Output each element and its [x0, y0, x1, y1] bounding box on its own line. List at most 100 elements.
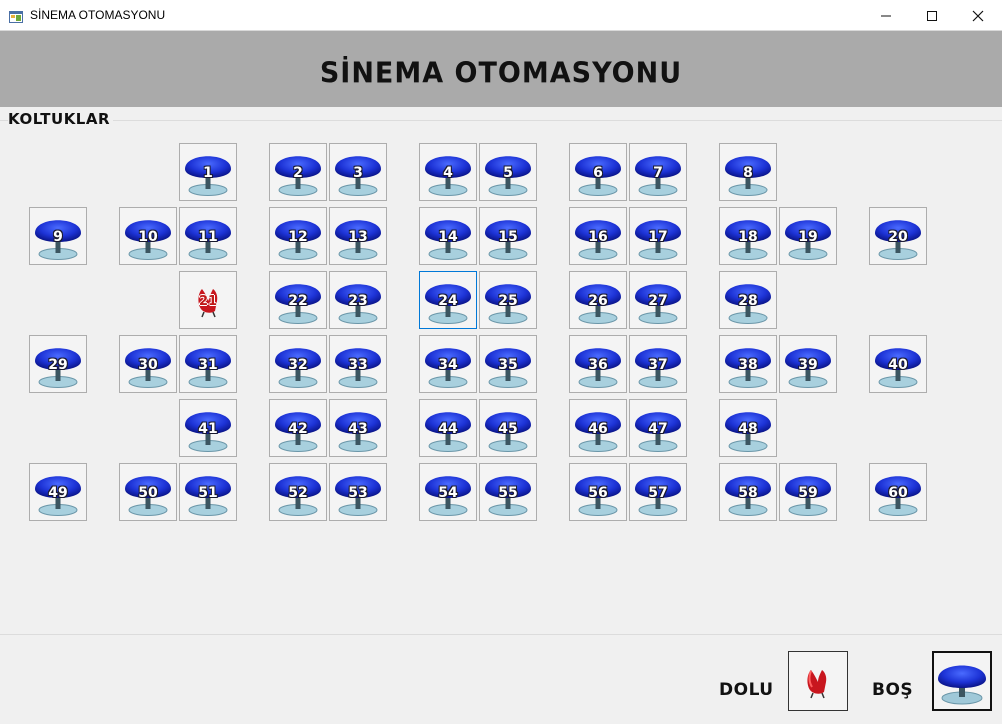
- seat-button-56[interactable]: 56: [569, 463, 627, 521]
- seat-button-50[interactable]: 50: [119, 463, 177, 521]
- seat-button-22[interactable]: 22: [269, 271, 327, 329]
- seat-button-47[interactable]: 47: [629, 399, 687, 457]
- seat-button-59[interactable]: 59: [779, 463, 837, 521]
- seat-number: 60: [888, 485, 908, 501]
- seat-button-46[interactable]: 46: [569, 399, 627, 457]
- seat-number: 56: [588, 485, 608, 501]
- seat-number: 30: [138, 357, 158, 373]
- seat-button-1[interactable]: 1: [179, 143, 237, 201]
- seat-button-8[interactable]: 8: [719, 143, 777, 201]
- seat-button-10[interactable]: 10: [119, 207, 177, 265]
- seat-button-60[interactable]: 60: [869, 463, 927, 521]
- seat-number: 49: [48, 485, 68, 501]
- seat-number: 48: [738, 421, 758, 437]
- seat-button-15[interactable]: 15: [479, 207, 537, 265]
- seat-button-58[interactable]: 58: [719, 463, 777, 521]
- seat-button-25[interactable]: 25: [479, 271, 537, 329]
- seat-button-28[interactable]: 28: [719, 271, 777, 329]
- seat-button-9[interactable]: 9: [29, 207, 87, 265]
- seat-button-5[interactable]: 5: [479, 143, 537, 201]
- seat-button-38[interactable]: 38: [719, 335, 777, 393]
- close-button[interactable]: [955, 0, 1001, 31]
- app-icon: [9, 8, 23, 23]
- seat-number: 37: [648, 357, 668, 373]
- seat-button-34[interactable]: 34: [419, 335, 477, 393]
- seat-button-12[interactable]: 12: [269, 207, 327, 265]
- seat-button-16[interactable]: 16: [569, 207, 627, 265]
- seat-button-3[interactable]: 3: [329, 143, 387, 201]
- header-panel: SİNEMA OTOMASYONU: [0, 31, 1002, 107]
- seat-button-26[interactable]: 26: [569, 271, 627, 329]
- seat-number: 40: [888, 357, 908, 373]
- seat-number: 54: [438, 485, 458, 501]
- minimize-icon: [881, 15, 891, 16]
- close-icon: [972, 10, 984, 21]
- seat-number: 52: [288, 485, 308, 501]
- seat-number: 4: [443, 165, 453, 181]
- seat-button-41[interactable]: 41: [179, 399, 237, 457]
- seat-number: 58: [738, 485, 758, 501]
- seat-button-30[interactable]: 30: [119, 335, 177, 393]
- seat-button-52[interactable]: 52: [269, 463, 327, 521]
- legend-dolu-label: DOLU: [719, 680, 774, 700]
- maximize-button[interactable]: [909, 0, 955, 31]
- seat-button-14[interactable]: 14: [419, 207, 477, 265]
- seat-button-6[interactable]: 6: [569, 143, 627, 201]
- seat-number: 27: [648, 293, 668, 309]
- legend-bos-label: BOŞ: [872, 680, 914, 700]
- seat-number: 11: [198, 229, 218, 245]
- maximize-icon: [927, 10, 937, 21]
- seat-button-55[interactable]: 55: [479, 463, 537, 521]
- seat-number: 5: [503, 165, 513, 181]
- seat-number: 12: [288, 229, 308, 245]
- seat-button-33[interactable]: 33: [329, 335, 387, 393]
- seat-button-49[interactable]: 49: [29, 463, 87, 521]
- seat-button-51[interactable]: 51: [179, 463, 237, 521]
- seat-button-35[interactable]: 35: [479, 335, 537, 393]
- seat-button-37[interactable]: 37: [629, 335, 687, 393]
- seat-button-43[interactable]: 43: [329, 399, 387, 457]
- seat-button-27[interactable]: 27: [629, 271, 687, 329]
- seat-button-48[interactable]: 48: [719, 399, 777, 457]
- seat-button-36[interactable]: 36: [569, 335, 627, 393]
- seat-button-13[interactable]: 13: [329, 207, 387, 265]
- seat-number: 18: [738, 229, 758, 245]
- seat-button-18[interactable]: 18: [719, 207, 777, 265]
- seat-number: 33: [348, 357, 368, 373]
- seat-button-57[interactable]: 57: [629, 463, 687, 521]
- seat-button-2[interactable]: 2: [269, 143, 327, 201]
- seat-button-39[interactable]: 39: [779, 335, 837, 393]
- seat-button-20[interactable]: 20: [869, 207, 927, 265]
- seat-button-54[interactable]: 54: [419, 463, 477, 521]
- seat-number: 7: [653, 165, 663, 181]
- seat-button-42[interactable]: 42: [269, 399, 327, 457]
- seat-button-45[interactable]: 45: [479, 399, 537, 457]
- seat-button-31[interactable]: 31: [179, 335, 237, 393]
- seat-number: 1: [203, 165, 213, 181]
- seat-button-32[interactable]: 32: [269, 335, 327, 393]
- seat-button-21[interactable]: 21: [179, 271, 237, 329]
- group-box-border: [0, 120, 1002, 121]
- seat-button-17[interactable]: 17: [629, 207, 687, 265]
- seat-button-44[interactable]: 44: [419, 399, 477, 457]
- seat-number: 34: [438, 357, 458, 373]
- seat-number: 53: [348, 485, 368, 501]
- minimize-button[interactable]: [863, 0, 909, 31]
- seat-button-24[interactable]: 24: [419, 271, 477, 329]
- seat-button-23[interactable]: 23: [329, 271, 387, 329]
- seat-number: 3: [353, 165, 363, 181]
- seat-button-7[interactable]: 7: [629, 143, 687, 201]
- seat-number: 8: [743, 165, 753, 181]
- seat-button-11[interactable]: 11: [179, 207, 237, 265]
- seat-number: 20: [888, 229, 908, 245]
- blue-seat-icon: [938, 665, 986, 705]
- seat-button-4[interactable]: 4: [419, 143, 477, 201]
- seat-number: 41: [198, 421, 218, 437]
- seat-button-29[interactable]: 29: [29, 335, 87, 393]
- seat-number: 29: [48, 357, 68, 373]
- seat-button-40[interactable]: 40: [869, 335, 927, 393]
- seat-number: 2: [293, 165, 303, 181]
- seat-button-53[interactable]: 53: [329, 463, 387, 521]
- seat-button-19[interactable]: 19: [779, 207, 837, 265]
- seat-number: 16: [588, 229, 608, 245]
